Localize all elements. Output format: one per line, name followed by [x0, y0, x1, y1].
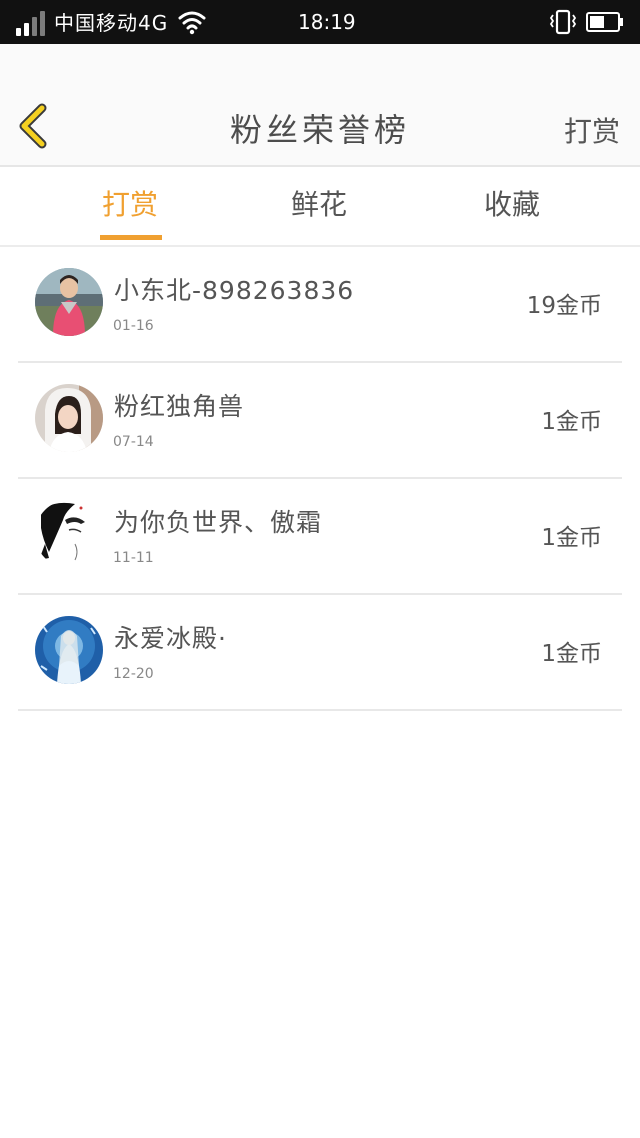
tab-favorites[interactable]: 收藏	[484, 187, 540, 223]
list-item[interactable]: 永爱冰殿· 12-20 1金币	[18, 595, 622, 711]
tip-date: 01-16	[113, 318, 154, 334]
signal-icon	[16, 10, 48, 36]
tip-action-button[interactable]: 打赏	[564, 114, 620, 150]
coin-amount: 19金币	[526, 293, 602, 319]
user-name: 永爱冰殿·	[114, 624, 227, 653]
battery-icon	[586, 12, 623, 32]
user-name: 为你负世界、傲霜	[114, 508, 323, 537]
user-name: 粉红独角兽	[114, 392, 245, 421]
wifi-icon	[178, 11, 206, 35]
list-item[interactable]: 粉红独角兽 07-14 1金币	[18, 363, 622, 479]
fan-list: 小东北-898263836 01-16 19金币 粉红独角兽 07-14 1金币	[18, 247, 622, 711]
page-title: 粉丝荣誉榜	[229, 111, 410, 149]
coin-amount: 1金币	[541, 641, 602, 667]
tab-tip[interactable]: 打赏	[102, 187, 158, 223]
vibrate-icon	[549, 9, 577, 35]
avatar	[35, 268, 103, 336]
list-item[interactable]: 小东北-898263836 01-16 19金币	[18, 247, 622, 363]
carrier-label: 中国移动4G	[54, 11, 169, 35]
tab-flowers[interactable]: 鲜花	[291, 187, 347, 223]
user-name: 小东北-898263836	[114, 276, 355, 305]
coin-amount: 1金币	[541, 409, 602, 435]
avatar	[35, 500, 103, 568]
tip-date: 11-11	[113, 550, 154, 566]
coin-amount: 1金币	[541, 525, 602, 551]
clock: 18:19	[298, 10, 356, 34]
tab-bar: 打赏 鲜花 收藏	[0, 167, 640, 247]
tip-date: 07-14	[113, 434, 154, 450]
avatar	[35, 616, 103, 684]
active-tab-indicator	[100, 235, 162, 240]
header-bar: 粉丝荣誉榜 打赏	[0, 44, 640, 167]
status-bar: 中国移动4G 18:19	[0, 0, 640, 44]
tip-date: 12-20	[113, 666, 154, 682]
avatar	[35, 384, 103, 452]
list-item[interactable]: 为你负世界、傲霜 11-11 1金币	[18, 479, 622, 595]
